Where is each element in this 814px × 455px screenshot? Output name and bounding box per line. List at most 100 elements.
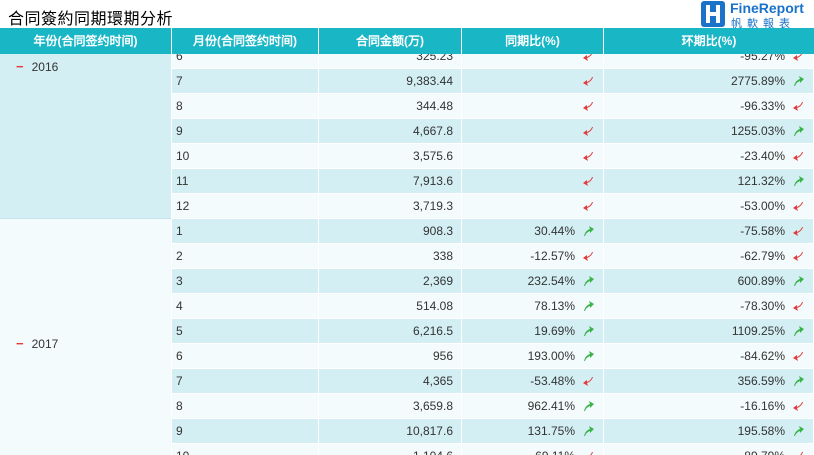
yoy-cell: 131.75% — [462, 419, 604, 444]
table-row[interactable]: 6 956 193.00% -84.62% — [172, 344, 814, 369]
trend-up-arrow-icon — [794, 126, 804, 136]
table-row[interactable]: 8 344.48 -96.33% — [172, 94, 814, 119]
mom-cell: -53.00% — [604, 194, 814, 219]
mom-cell-text: -23.40% — [740, 149, 785, 163]
table-row[interactable]: 11 7,913.6 121.32% — [172, 169, 814, 194]
table-row[interactable]: 3 2,369 232.54% 600.89% — [172, 269, 814, 294]
mom-cell-text: 1255.03% — [730, 124, 785, 138]
mom-cell: -95.27% — [604, 54, 814, 69]
year-label: −2016 — [16, 59, 58, 74]
trend-down-arrow-icon — [583, 102, 593, 111]
mom-cell-text: 600.89% — [737, 274, 785, 288]
finereport-logo-icon — [701, 1, 725, 27]
yoy-cell: 193.00% — [462, 344, 604, 369]
mom-cell-text: 356.59% — [737, 374, 785, 388]
amount-cell-text: 7,913.6 — [412, 174, 453, 188]
mom-cell: -75.58% — [604, 219, 814, 244]
table-row[interactable]: 10 3,575.6 -23.40% — [172, 144, 814, 169]
amount-cell-text: 1,104.6 — [413, 449, 453, 455]
column-header-year[interactable]: 年份(合同签约时间) — [0, 28, 172, 54]
yoy-cell-text: -12.57% — [530, 249, 575, 263]
trend-down-arrow-icon — [793, 352, 803, 361]
month-cell: 8 — [172, 394, 319, 419]
mom-cell: 1109.25% — [604, 319, 814, 344]
table-row[interactable]: 2 338 -12.57% -62.79% — [172, 244, 814, 269]
month-cell-text: 6 — [176, 54, 183, 63]
amount-cell-text: 9,383.44 — [406, 74, 453, 88]
month-cell: 9 — [172, 119, 319, 144]
amount-cell-text: 344.48 — [416, 99, 453, 113]
yoy-cell: 30.44% — [462, 219, 604, 244]
table-row[interactable]: 5 6,216.5 19.69% 1109.25% — [172, 319, 814, 344]
mom-cell-text: 195.58% — [737, 424, 785, 438]
month-cell-text: 8 — [176, 99, 183, 113]
yoy-cell-text: 131.75% — [527, 424, 575, 438]
trend-up-arrow-icon — [794, 426, 804, 436]
month-cell: 8 — [172, 94, 319, 119]
month-cell-text: 9 — [176, 424, 183, 438]
report-page: 合同簽約同期環期分析 FineReport 帆軟報表 年份(合同签约时间) 月份… — [0, 0, 814, 455]
year-group-cell: −2017 — [0, 219, 172, 455]
table-row[interactable]: 1 908.3 30.44% -75.58% — [172, 219, 814, 244]
amount-cell: 3,575.6 — [319, 144, 462, 169]
column-header-month[interactable]: 月份(合同签约时间) — [172, 28, 319, 54]
mom-cell: 2775.89% — [604, 69, 814, 94]
collapse-minus-icon[interactable]: − — [16, 59, 24, 74]
year-value: 2017 — [31, 337, 59, 351]
amount-cell: 344.48 — [319, 94, 462, 119]
trend-up-arrow-icon — [794, 276, 804, 286]
trend-down-arrow-icon — [793, 402, 803, 411]
mom-cell-text: -89.79% — [740, 449, 785, 455]
yoy-cell-text: -69.11% — [531, 449, 575, 455]
column-header-yoy[interactable]: 同期比(%) — [462, 28, 604, 54]
table-row[interactable]: 7 4,365 -53.48% 356.59% — [172, 369, 814, 394]
amount-cell-text: 514.08 — [416, 299, 453, 313]
month-cell: 1 — [172, 219, 319, 244]
column-header-mom[interactable]: 环期比(%) — [604, 28, 814, 54]
mom-cell: 600.89% — [604, 269, 814, 294]
yoy-cell-text: 232.54% — [527, 274, 575, 288]
trend-down-arrow-icon — [583, 127, 593, 136]
mom-cell: -23.40% — [604, 144, 814, 169]
yoy-cell — [462, 54, 604, 69]
month-cell: 2 — [172, 244, 319, 269]
yoy-cell: 78.13% — [462, 294, 604, 319]
mom-cell-text: 1109.25% — [731, 324, 785, 338]
trend-down-arrow-icon — [583, 202, 593, 211]
amount-cell: 7,913.6 — [319, 169, 462, 194]
report-table-body[interactable]: −2016 6 325.23 -95.27% 7 9,383.44 2775.89% 8 344… — [0, 54, 814, 455]
amount-cell: 6,216.5 — [319, 319, 462, 344]
month-cell: 10 — [172, 444, 319, 455]
trend-up-arrow-icon — [584, 301, 594, 311]
table-row[interactable]: 9 10,817.6 131.75% 195.58% — [172, 419, 814, 444]
trend-down-arrow-icon — [793, 302, 803, 311]
mom-cell: 195.58% — [604, 419, 814, 444]
month-cell-text: 8 — [176, 399, 183, 413]
table-row[interactable]: 8 3,659.8 962.41% -16.16% — [172, 394, 814, 419]
column-header-amount[interactable]: 合同金额(万) — [319, 28, 462, 54]
table-row[interactable]: 12 3,719.3 -53.00% — [172, 194, 814, 219]
month-cell: 11 — [172, 169, 319, 194]
table-row[interactable]: 7 9,383.44 2775.89% — [172, 69, 814, 94]
trend-up-arrow-icon — [584, 276, 594, 286]
trend-down-arrow-icon — [583, 77, 593, 86]
trend-up-arrow-icon — [584, 426, 594, 436]
title-bar: 合同簽約同期環期分析 FineReport 帆軟報表 — [0, 0, 814, 30]
mom-cell: 356.59% — [604, 369, 814, 394]
mom-cell-text: -96.33% — [740, 99, 785, 113]
trend-down-arrow-icon — [583, 377, 593, 386]
table-row[interactable]: 6 325.23 -95.27% — [172, 54, 814, 69]
trend-down-arrow-icon — [793, 152, 803, 161]
table-row[interactable]: 9 4,667.8 1255.03% — [172, 119, 814, 144]
month-cell-text: 12 — [176, 199, 190, 213]
collapse-minus-icon[interactable]: − — [16, 336, 24, 351]
table-row[interactable]: 4 514.08 78.13% -78.30% — [172, 294, 814, 319]
yoy-cell: -53.48% — [462, 369, 604, 394]
trend-down-arrow-icon — [793, 54, 803, 61]
amount-cell: 3,719.3 — [319, 194, 462, 219]
amount-cell: 9,383.44 — [319, 69, 462, 94]
trend-down-arrow-icon — [793, 102, 803, 111]
mom-cell-text: -78.30% — [740, 299, 785, 313]
table-row[interactable]: 10 1,104.6 -69.11% -89.79% — [172, 444, 814, 455]
yoy-cell — [462, 144, 604, 169]
